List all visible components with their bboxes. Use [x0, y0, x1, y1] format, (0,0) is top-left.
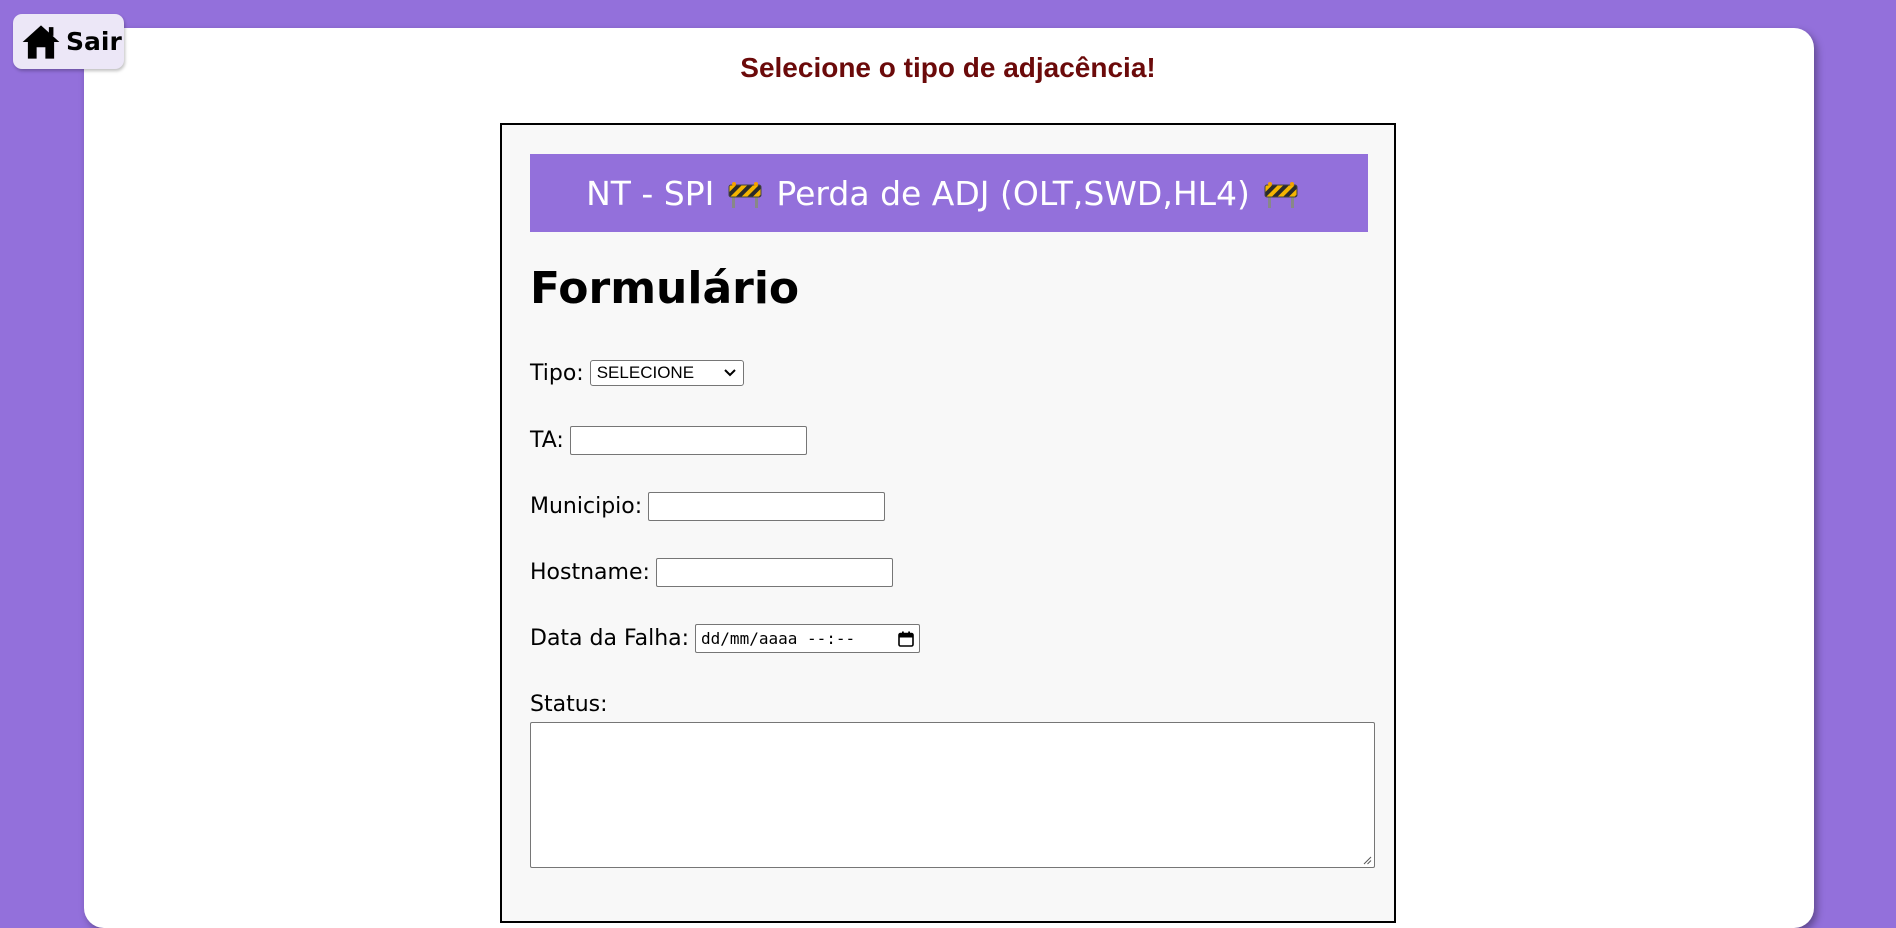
home-icon: [22, 24, 60, 59]
construction-barrier-icon: [1264, 182, 1298, 208]
ta-row: TA:: [530, 426, 807, 455]
banner-text-2: Perda de ADJ (OLT,SWD,HL4): [776, 173, 1250, 213]
hostname-input[interactable]: [655, 558, 893, 587]
status-textarea[interactable]: [530, 722, 1375, 868]
calendar-icon[interactable]: [898, 631, 914, 647]
ta-label: TA:: [530, 428, 564, 453]
municipio-input[interactable]: [648, 492, 886, 521]
data-falha-row: Data da Falha: dd/mm/aaaa --:--: [530, 624, 921, 653]
exit-button[interactable]: Sair: [13, 14, 124, 69]
page-heading: Selecione o tipo de adjacência!: [740, 52, 1156, 83]
municipio-label: Municipio:: [530, 494, 643, 519]
resize-handle-icon[interactable]: [1362, 855, 1372, 865]
data-falha-placeholder: dd/mm/aaaa --:--: [701, 629, 856, 648]
tipo-label: Tipo:: [530, 360, 584, 386]
banner-text: NT - SPI: [586, 173, 715, 213]
hostname-label: Hostname:: [530, 560, 650, 585]
tipo-selected-value: SELECIONE: [596, 363, 695, 382]
chevron-down-icon: [724, 369, 736, 377]
exit-label: Sair: [66, 27, 122, 56]
tipo-row: Tipo: SELECIONE: [530, 360, 744, 386]
hostname-row: Hostname:: [530, 558, 893, 587]
data-falha-input[interactable]: dd/mm/aaaa --:--: [695, 624, 921, 653]
status-label: Status:: [530, 692, 608, 717]
data-falha-label: Data da Falha:: [530, 626, 690, 651]
form-title: Formulário: [530, 263, 800, 314]
municipio-row: Municipio:: [530, 492, 886, 521]
form-banner: NT - SPI Perda de ADJ (OLT,SWD,HL4): [530, 154, 1368, 232]
tipo-select[interactable]: SELECIONE: [589, 360, 744, 386]
construction-barrier-icon: [728, 182, 762, 208]
ta-input[interactable]: [569, 426, 807, 455]
